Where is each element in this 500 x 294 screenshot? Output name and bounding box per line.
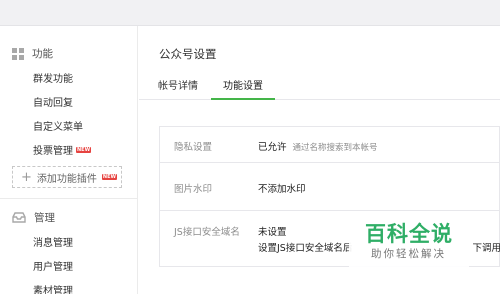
privacy-status: 已允许 (258, 142, 287, 153)
tab-function-settings[interactable]: 功能设置 (211, 77, 275, 100)
sidebar-divider (0, 198, 137, 199)
watermark-overlay: 百科全说 助你轻松解决 (349, 212, 469, 270)
row-value: 已允许 通过名称搜索到本帐号 (258, 139, 378, 153)
sidebar-item-label: 自动回复 (33, 98, 73, 109)
sidebar-item-vote-management[interactable]: 投票管理 NEW (33, 142, 92, 157)
sidebar-item-label: 消息管理 (33, 238, 73, 249)
plus-icon: + (21, 169, 32, 185)
tab-account-details[interactable]: 帐号详情 (158, 77, 198, 100)
sidebar-item-label: 群发功能 (33, 74, 73, 85)
js-domain-description-tail: 下调用 (472, 243, 500, 254)
sidebar-item-label: 投票管理 (33, 146, 73, 157)
sidebar-item-auto-reply[interactable]: 自动回复 (33, 94, 73, 109)
sidebar-item-label: 用户管理 (33, 262, 73, 273)
settings-row-privacy: 隐私设置 已允许 通过名称搜索到本帐号 (160, 127, 500, 163)
watermark-subtitle: 助你轻松解决 (371, 248, 446, 260)
add-plugin-label: 添加功能插件 (36, 173, 97, 185)
watermark-title: 百科全说 (365, 222, 453, 246)
row-label: 隐私设置 (174, 142, 213, 153)
sidebar-section-label: 功能 (32, 48, 53, 60)
row-label: 图片水印 (174, 184, 213, 195)
sidebar: 功能 群发功能 自动回复 自定义菜单 投票管理 NEW + 添加功能插件 NEW… (0, 26, 138, 294)
sidebar-section-label: 管理 (34, 212, 55, 224)
tray-icon (12, 212, 26, 223)
sidebar-item-materials[interactable]: 素材管理 (33, 282, 73, 294)
row-label: JS接口安全域名 (174, 227, 240, 238)
sidebar-item-label: 素材管理 (33, 286, 73, 294)
sidebar-item-custom-menu[interactable]: 自定义菜单 (33, 118, 83, 133)
tab-bar: 帐号详情 功能设置 (139, 70, 500, 100)
sidebar-section-function: 功能 (12, 46, 53, 61)
sidebar-item-users[interactable]: 用户管理 (33, 258, 73, 273)
top-bar (0, 0, 500, 26)
js-domain-status: 未设置 (258, 227, 287, 238)
grid-icon (12, 47, 24, 60)
new-badge: NEW (101, 174, 118, 180)
page-title: 公众号设置 (159, 47, 217, 61)
js-domain-description: 设置JS接口安全域名后 (258, 243, 353, 254)
add-plugin-button[interactable]: + 添加功能插件 NEW (12, 166, 122, 188)
sidebar-item-label: 自定义菜单 (33, 122, 83, 133)
sidebar-section-manage: 管理 (12, 210, 55, 225)
sidebar-item-mass-send[interactable]: 群发功能 (33, 70, 73, 85)
privacy-hint: 通过名称搜索到本帐号 (292, 143, 378, 153)
sidebar-item-messages[interactable]: 消息管理 (33, 234, 73, 249)
settings-row-watermark: 图片水印 不添加水印 (160, 163, 500, 211)
watermark-status: 不添加水印 (258, 184, 306, 195)
new-badge: NEW (76, 146, 92, 153)
